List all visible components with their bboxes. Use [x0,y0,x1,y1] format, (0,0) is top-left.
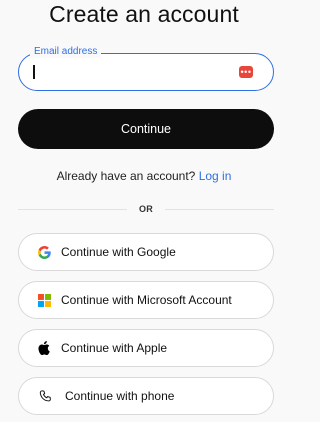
continue-with-phone-button[interactable]: Continue with phone [18,377,274,415]
or-divider: OR [18,203,275,215]
microsoft-icon [37,293,51,307]
social-label: Continue with phone [65,389,175,403]
social-label: Continue with Apple [61,341,168,355]
continue-button[interactable]: Continue [18,109,274,149]
social-label: Continue with Microsoft Account [61,293,232,307]
text-caret [33,65,35,79]
divider-line-left [18,208,127,210]
apple-icon [37,341,51,355]
or-text: OR [138,204,154,214]
page-title: Create an account [49,1,239,27]
continue-with-google-button[interactable]: Continue with Google [18,233,274,271]
divider-line-right [165,208,275,210]
continue-with-apple-button[interactable]: Continue with Apple [18,329,274,367]
login-prompt-text: Already have an account? [56,169,196,183]
login-link[interactable]: Log in [199,169,232,183]
email-field-label: Email address [30,46,102,58]
continue-with-microsoft-button[interactable]: Continue with Microsoft Account [18,281,274,319]
google-icon [37,245,51,259]
login-prompt: Already have an account? Log in [0,168,288,184]
email-field[interactable]: Email address ••• [18,46,274,91]
social-label: Continue with Google [61,245,176,259]
password-manager-icon[interactable]: ••• [239,66,253,78]
phone-icon [38,389,52,403]
